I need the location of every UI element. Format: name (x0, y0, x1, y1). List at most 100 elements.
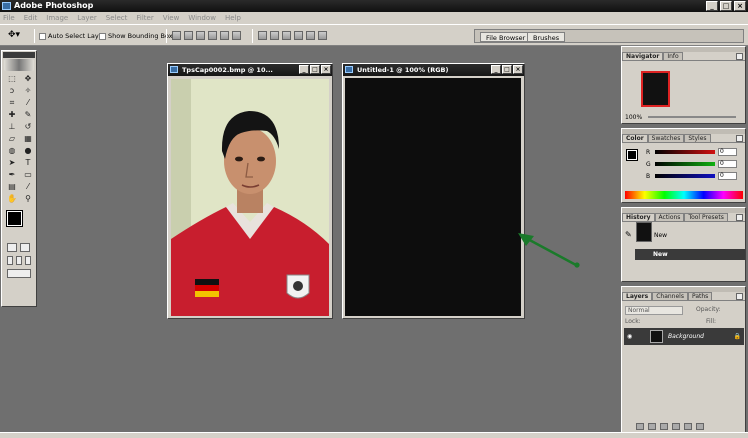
tab-color[interactable]: Color (622, 134, 648, 142)
blue-slider[interactable] (655, 174, 715, 178)
new-layer-icon[interactable] (684, 423, 692, 430)
type-tool-icon[interactable]: T (21, 157, 35, 168)
full-screen-icon[interactable] (25, 256, 31, 265)
jump-to-imageready-icon[interactable] (7, 269, 31, 278)
color-spectrum-ramp[interactable] (625, 191, 743, 199)
slice-tool-icon[interactable]: ⁄ (21, 97, 35, 108)
healing-brush-icon[interactable]: ✚ (5, 109, 19, 120)
tab-styles[interactable]: Styles (684, 134, 711, 142)
menu-file[interactable]: File (3, 12, 15, 24)
tab-history[interactable]: History (622, 213, 655, 221)
history-snapshot-label[interactable]: New (652, 230, 748, 241)
notes-tool-icon[interactable]: ▤ (5, 181, 19, 192)
distribute-top-icon[interactable] (258, 31, 267, 40)
menu-edit[interactable]: Edit (24, 12, 38, 24)
gradient-tool-icon[interactable]: ▦ (21, 133, 35, 144)
history-brush-source-icon[interactable]: ✎ (625, 230, 632, 239)
document-close-button[interactable]: × (513, 65, 523, 74)
standard-screen-icon[interactable] (7, 256, 13, 265)
navigator-preview[interactable] (641, 71, 670, 107)
align-right-icon[interactable] (232, 31, 241, 40)
layer-style-icon[interactable] (636, 423, 644, 430)
align-top-icon[interactable] (172, 31, 181, 40)
trash-icon[interactable] (696, 423, 704, 430)
document-maximize-button[interactable]: □ (310, 65, 320, 74)
green-value-input[interactable]: 0 (718, 160, 737, 168)
distribute-bottom-icon[interactable] (282, 31, 291, 40)
panel-menu-icon[interactable] (736, 135, 743, 142)
tab-paths[interactable]: Paths (687, 292, 713, 300)
adobe-online-icon[interactable] (4, 59, 34, 71)
auto-select-checkbox[interactable]: Auto Select Layer (39, 32, 105, 40)
history-brush-icon[interactable]: ↺ (21, 121, 35, 132)
lasso-tool-icon[interactable]: ↄ (5, 85, 19, 96)
bounding-box-checkbox[interactable]: Show Bounding Box (99, 32, 173, 40)
blue-value-input[interactable]: 0 (718, 172, 737, 180)
color-foreground-swatch[interactable] (626, 149, 638, 161)
quick-mask-mode-icon[interactable] (20, 243, 30, 252)
tab-navigator[interactable]: Navigator (622, 52, 664, 60)
dodge-tool-icon[interactable]: ● (21, 145, 35, 156)
tab-channels[interactable]: Channels (652, 292, 688, 300)
move-tool-preset-icon[interactable]: ✥▾ (8, 30, 20, 40)
hand-tool-icon[interactable]: ✋ (5, 193, 19, 204)
full-screen-menu-icon[interactable] (16, 256, 22, 265)
visibility-eye-icon[interactable]: ◉ (627, 328, 632, 345)
close-button[interactable]: × (734, 1, 746, 11)
zoom-tool-icon[interactable]: ⚲ (21, 193, 35, 204)
menu-layer[interactable]: Layer (77, 12, 97, 24)
panel-menu-icon[interactable] (736, 214, 743, 221)
menu-view[interactable]: View (163, 12, 180, 24)
document-close-button[interactable]: × (321, 65, 331, 74)
tab-file-browser[interactable]: File Browser (480, 32, 532, 42)
magic-wand-tool-icon[interactable]: ✧ (21, 85, 35, 96)
align-vcenter-icon[interactable] (184, 31, 193, 40)
blend-mode-select[interactable]: Normal (625, 306, 683, 315)
brush-tool-icon[interactable]: ✎ (21, 109, 35, 120)
menu-help[interactable]: Help (225, 12, 241, 24)
eraser-tool-icon[interactable]: ▱ (5, 133, 19, 144)
shape-tool-icon[interactable]: ▭ (21, 169, 35, 180)
adjustment-layer-icon[interactable] (672, 423, 680, 430)
distribute-left-icon[interactable] (294, 31, 303, 40)
green-slider[interactable] (655, 162, 715, 166)
tab-info[interactable]: Info (663, 52, 683, 60)
clone-stamp-icon[interactable]: ⊥ (5, 121, 19, 132)
tab-layers[interactable]: Layers (622, 292, 653, 300)
layer-row-background[interactable]: ◉ Background 🔒 (624, 328, 744, 345)
tab-tool-presets[interactable]: Tool Presets (684, 213, 728, 221)
marquee-tool-icon[interactable]: ⬚ (5, 73, 19, 84)
layer-set-icon[interactable] (660, 423, 668, 430)
black-canvas[interactable] (345, 78, 521, 316)
panel-menu-icon[interactable] (736, 293, 743, 300)
layer-mask-icon[interactable] (648, 423, 656, 430)
panel-menu-icon[interactable] (736, 53, 743, 60)
standard-mode-icon[interactable] (7, 243, 17, 252)
navigator-zoom-slider[interactable] (648, 116, 736, 118)
document-minimize-button[interactable]: _ (299, 65, 309, 74)
menu-image[interactable]: Image (46, 12, 68, 24)
align-hcenter-icon[interactable] (220, 31, 229, 40)
document-minimize-button[interactable]: _ (491, 65, 501, 74)
foreground-color-swatch[interactable] (6, 210, 23, 227)
history-snapshot-thumbnail[interactable] (636, 222, 652, 242)
distribute-vcenter-icon[interactable] (270, 31, 279, 40)
navigator-zoom-value[interactable]: 100% (625, 114, 642, 121)
pen-tool-icon[interactable]: ✒ (5, 169, 19, 180)
move-tool-icon[interactable]: ✥ (21, 73, 35, 84)
blur-tool-icon[interactable]: ◍ (5, 145, 19, 156)
red-value-input[interactable]: 0 (718, 148, 737, 156)
align-left-icon[interactable] (208, 31, 217, 40)
tab-swatches[interactable]: Swatches (647, 134, 685, 142)
align-bottom-icon[interactable] (196, 31, 205, 40)
distribute-right-icon[interactable] (318, 31, 327, 40)
menu-select[interactable]: Select (106, 12, 128, 24)
history-state-row[interactable]: New (635, 249, 745, 260)
eyedropper-tool-icon[interactable]: ⁄ (21, 181, 35, 192)
tab-actions[interactable]: Actions (654, 213, 685, 221)
menu-filter[interactable]: Filter (136, 12, 153, 24)
distribute-hcenter-icon[interactable] (306, 31, 315, 40)
maximize-button[interactable]: □ (720, 1, 732, 11)
photo-canvas[interactable] (171, 79, 329, 316)
minimize-button[interactable]: _ (706, 1, 718, 11)
